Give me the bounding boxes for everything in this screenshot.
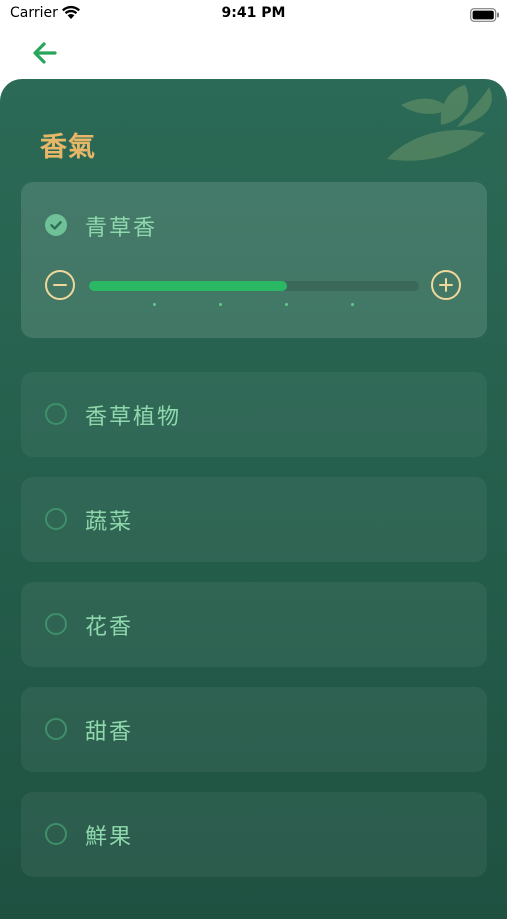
back-button[interactable] — [30, 38, 62, 68]
battery-icon — [470, 7, 500, 26]
status-bar: Carrier 9:41 PM — [0, 0, 507, 28]
increase-button[interactable] — [431, 270, 461, 300]
plus-icon — [439, 278, 453, 292]
slider-tick — [285, 303, 288, 306]
section-title: 香氣 — [40, 132, 96, 163]
radio-unchecked[interactable] — [45, 613, 67, 635]
radio-unchecked[interactable] — [45, 823, 67, 845]
check-icon — [50, 221, 62, 230]
slider-tick — [219, 303, 222, 306]
option-card-3[interactable]: 花香 — [21, 582, 487, 667]
checkbox-checked[interactable] — [45, 214, 67, 236]
option-label: 蔬菜 — [85, 510, 134, 535]
option-card-0[interactable]: 青草香 — [21, 182, 487, 338]
leaf-icon — [387, 85, 492, 161]
option-label: 青草香 — [85, 216, 158, 241]
aroma-panel: 香氣 青草香 香草植物 蔬菜 花香 甜香 鮮果 — [0, 79, 507, 919]
clock-time: 9:41 PM — [221, 5, 286, 21]
radio-unchecked[interactable] — [45, 403, 67, 425]
option-card-1[interactable]: 香草植物 — [21, 372, 487, 457]
radio-unchecked[interactable] — [45, 718, 67, 740]
option-card-4[interactable]: 甜香 — [21, 687, 487, 772]
option-label: 鮮果 — [85, 825, 134, 850]
arrow-left-icon — [33, 42, 57, 64]
option-label: 香草植物 — [85, 405, 182, 430]
decrease-button[interactable] — [45, 270, 75, 300]
option-card-2[interactable]: 蔬菜 — [21, 477, 487, 562]
intensity-slider[interactable] — [89, 281, 419, 291]
option-label: 花香 — [85, 615, 134, 640]
option-card-5[interactable]: 鮮果 — [21, 792, 487, 877]
slider-fill — [89, 281, 287, 291]
slider-tick — [351, 303, 354, 306]
radio-unchecked[interactable] — [45, 508, 67, 530]
slider-tick — [153, 303, 156, 306]
option-label: 甜香 — [85, 720, 134, 745]
minus-icon — [53, 284, 67, 286]
